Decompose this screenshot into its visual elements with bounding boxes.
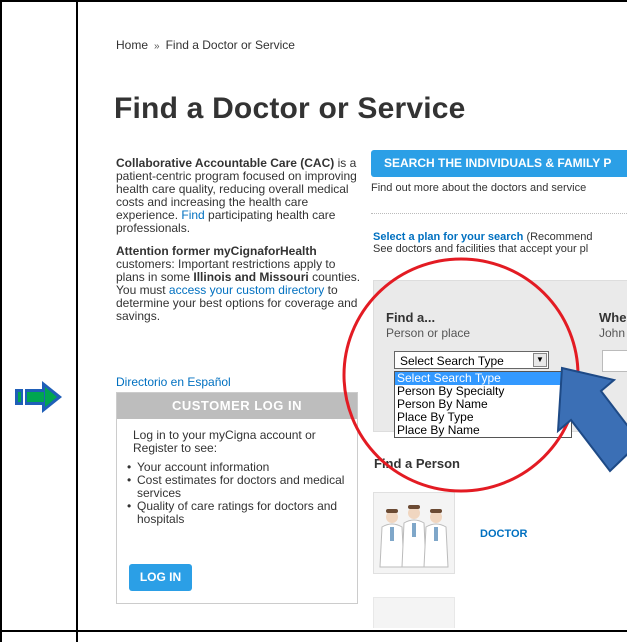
directorio-espanol-link[interactable]: Directorio en Español — [116, 375, 231, 389]
where-sublabel: John — [599, 326, 626, 340]
doctors-image[interactable] — [373, 492, 455, 574]
page-title: Find a Doctor or Service — [114, 92, 466, 125]
search-type-select[interactable]: Select Search Type ▼ — [394, 351, 549, 369]
green-right-arrow-icon — [15, 381, 62, 413]
find-a-label: Find a... — [386, 310, 436, 325]
find-out-more-text: Find out more about the doctors and serv… — [371, 182, 587, 194]
customer-login-box: CUSTOMER LOG IN Log in to your myCigna a… — [116, 392, 358, 604]
dropdown-arrow-icon[interactable]: ▼ — [533, 353, 547, 367]
login-button[interactable]: LOG IN — [129, 564, 192, 591]
doctors-illustration-icon — [379, 505, 449, 568]
cac-find-link[interactable]: Find — [181, 208, 204, 222]
select-plan-line2: See doctors and facilities that accept y… — [373, 243, 589, 255]
search-type-dropdown: Select Search Type Person By Specialty P… — [394, 371, 572, 438]
breadcrumb-separator: » — [154, 41, 160, 52]
breadcrumb-current: Find a Doctor or Service — [165, 38, 295, 52]
next-category-image[interactable] — [373, 597, 455, 628]
doctor-link[interactable]: DOCTOR — [480, 528, 527, 540]
table-border-middle — [76, 0, 78, 642]
breadcrumb: Home » Find a Doctor or Service — [116, 38, 295, 52]
search-individuals-family-button[interactable]: SEARCH THE INDIVIDUALS & FAMILY P — [371, 150, 627, 177]
screenshot-region: Home » Find a Doctor or Service Find a Doc… — [88, 20, 627, 628]
breadcrumb-home[interactable]: Home — [116, 38, 148, 52]
select-plan-link[interactable]: Select a plan for your search — [373, 231, 523, 243]
attention-paragraph: Attention former myCignaforHealth custom… — [116, 245, 364, 323]
table-border-bottom — [0, 630, 627, 632]
dropdown-option[interactable]: Place By Name — [395, 424, 571, 437]
attention-title: Attention former myCignaforHealth — [116, 244, 317, 258]
dotted-divider — [371, 213, 627, 214]
list-item: Cost estimates for doctors and medical s… — [127, 474, 357, 500]
table-border-top — [0, 0, 627, 2]
find-a-sublabel: Person or place — [386, 326, 471, 340]
attention-states: Illinois and Missouri — [193, 270, 309, 284]
select-plan-text: Select a plan for your search (Recommend… — [373, 231, 592, 255]
login-intro: Log in to your myCigna account or Regist… — [133, 428, 316, 455]
where-input[interactable] — [602, 350, 627, 372]
table-border-left — [0, 0, 2, 642]
select-plan-recommend: (Recommend — [523, 231, 593, 243]
search-type-value: Select Search Type — [400, 354, 504, 368]
cac-paragraph: Collaborative Accountable Care (CAC) is … — [116, 157, 364, 235]
left-column: Collaborative Accountable Care (CAC) is … — [116, 157, 364, 333]
login-header: CUSTOMER LOG IN — [117, 393, 357, 419]
cac-title: Collaborative Accountable Care (CAC) — [116, 156, 335, 170]
login-benefits-list: Your account information Cost estimates … — [117, 461, 357, 526]
find-a-person-heading: Find a Person — [374, 456, 460, 471]
list-item: Quality of care ratings for doctors and … — [127, 500, 357, 526]
where-label: Whe — [599, 310, 627, 325]
custom-directory-link[interactable]: access your custom directory — [169, 283, 324, 297]
